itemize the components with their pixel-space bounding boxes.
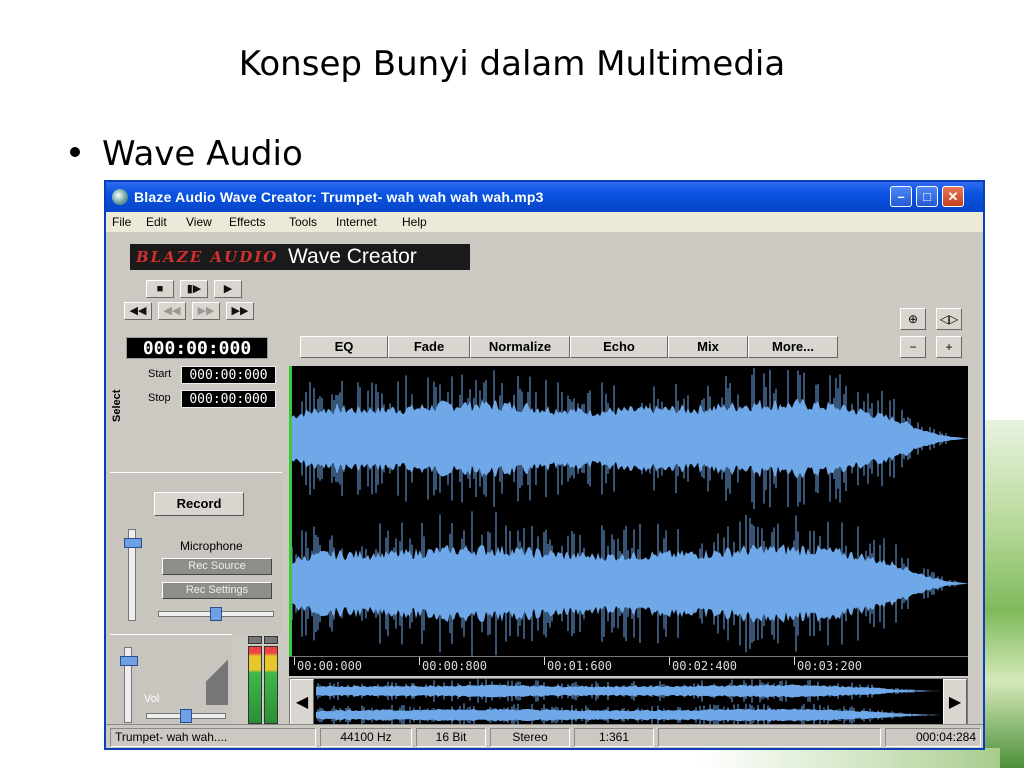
product-name: Wave Creator	[288, 245, 417, 268]
decorative-leaves	[982, 420, 1024, 768]
timeline-tick: 00:02:400	[668, 657, 738, 673]
overview-waveform[interactable]	[316, 679, 941, 727]
app-window: Blaze Audio Wave Creator: Trumpet- wah w…	[104, 180, 985, 750]
waveform-view[interactable]	[289, 366, 968, 656]
current-time-display: 000:00:000	[126, 337, 268, 359]
zoom-in-icon[interactable]: +	[936, 336, 962, 358]
record-button[interactable]: Record	[154, 492, 244, 516]
play-button[interactable]: ▶	[214, 280, 242, 298]
input-level-slider[interactable]	[124, 529, 142, 621]
record-panel: Record Microphone Rec Source Rec Setting…	[110, 472, 282, 634]
normalize-button[interactable]: Normalize	[470, 336, 570, 358]
menu-effects[interactable]: Effects	[229, 215, 265, 229]
menu-edit[interactable]: Edit	[146, 215, 167, 229]
slide-title: Konsep Bunyi dalam Multimedia	[238, 44, 786, 84]
scroll-right-arrow-icon[interactable]: ▶	[943, 679, 967, 727]
echo-button[interactable]: Echo	[570, 336, 668, 358]
waveform-channel-1	[292, 398, 968, 479]
close-button[interactable]: ✕	[942, 186, 964, 207]
zoom-out-icon[interactable]: −	[900, 336, 926, 358]
zoom-selection-icon[interactable]: ⊕	[900, 308, 926, 330]
stop-label: Stop	[148, 392, 171, 404]
level-meter-right	[264, 646, 278, 724]
brand-logo: BLAZE AUDIO	[136, 248, 279, 266]
selection-stop-field[interactable]: 000:00:000	[181, 390, 276, 408]
level-meter-left	[248, 646, 262, 724]
menu-internet[interactable]: Internet	[336, 215, 377, 229]
bullet-item: Wave Audio	[70, 134, 303, 174]
brand-banner: BLAZE AUDIO Wave Creator	[130, 244, 470, 270]
scroll-left-arrow-icon[interactable]: ◀	[290, 679, 314, 727]
menu-help[interactable]: Help	[402, 215, 427, 229]
volume-balance-slider[interactable]	[146, 709, 226, 723]
volume-label: Vol	[144, 693, 160, 705]
more-effects-button[interactable]: More...	[748, 336, 838, 358]
decorative-ground	[700, 748, 1000, 768]
selection-start-field[interactable]: 000:00:000	[181, 366, 276, 384]
timeline-tick: 00:00:000	[293, 657, 363, 673]
volume-slider[interactable]	[120, 647, 138, 723]
status-bar: Trumpet- wah wah.... 44100 Hz 16 Bit Ste…	[106, 724, 983, 748]
input-level-knob[interactable]	[124, 538, 142, 548]
waveform-canvas[interactable]	[292, 366, 968, 656]
overview-scrollbar[interactable]: ◀ ▶	[289, 678, 968, 728]
title-bar[interactable]: Blaze Audio Wave Creator: Trumpet- wah w…	[106, 182, 983, 212]
rec-source-button[interactable]: Rec Source	[162, 558, 272, 575]
waveform-channel-1	[316, 684, 940, 698]
meter-cap-right	[264, 636, 278, 644]
input-source-label: Microphone	[180, 539, 243, 553]
status-sample-rate: 44100 Hz	[320, 728, 412, 747]
timeline-tick: 00:03:200	[793, 657, 863, 673]
app-icon	[112, 189, 128, 205]
fade-button[interactable]: Fade	[388, 336, 470, 358]
waveform-channel-2	[292, 543, 968, 624]
menu-file[interactable]: File	[112, 215, 131, 229]
timeline-ruler: 00:00:000 00:00:800 00:01:600 00:02:400 …	[289, 656, 968, 676]
bullet-dot-icon	[70, 146, 80, 157]
volume-wedge-icon	[206, 637, 228, 705]
status-length: 000:04:284	[885, 728, 981, 747]
fit-width-icon[interactable]: ◁▷	[936, 308, 962, 330]
volume-panel: Vol	[110, 634, 232, 724]
timeline-tick: 00:01:600	[543, 657, 613, 673]
main-area: BLAZE AUDIO Wave Creator ■ ▮▶ ▶ ◀◀ ◀◀ ▶▶…	[106, 232, 983, 728]
minimize-button[interactable]: –	[890, 186, 912, 207]
select-label: Select	[111, 389, 123, 422]
fast-forward-button[interactable]: ▶▶	[192, 302, 220, 320]
status-bit-depth: 16 Bit	[416, 728, 486, 747]
skip-start-button[interactable]: ◀◀	[124, 302, 152, 320]
status-zoom: 1:361	[574, 728, 654, 747]
volume-knob[interactable]	[120, 655, 138, 666]
menu-bar: File Edit View Effects Tools Internet He…	[106, 212, 983, 232]
maximize-button[interactable]: □	[916, 186, 938, 207]
start-label: Start	[148, 368, 172, 380]
bullet-text: Wave Audio	[102, 134, 303, 174]
meter-cap-left	[248, 636, 262, 644]
rec-settings-button[interactable]: Rec Settings	[162, 582, 272, 599]
record-balance-knob[interactable]	[210, 607, 222, 621]
eq-button[interactable]: EQ	[300, 336, 388, 358]
menu-view[interactable]: View	[186, 215, 212, 229]
status-spacer	[658, 728, 881, 747]
mix-button[interactable]: Mix	[668, 336, 748, 358]
window-title: Blaze Audio Wave Creator: Trumpet- wah w…	[134, 189, 544, 205]
skip-end-button[interactable]: ▶▶	[226, 302, 254, 320]
status-channels: Stereo	[490, 728, 570, 747]
play-selection-button[interactable]: ▮▶	[180, 280, 208, 298]
menu-tools[interactable]: Tools	[289, 215, 317, 229]
record-balance-slider[interactable]	[158, 607, 274, 621]
rewind-button[interactable]: ◀◀	[158, 302, 186, 320]
volume-balance-knob[interactable]	[180, 709, 192, 723]
stop-button[interactable]: ■	[146, 280, 174, 298]
timeline-tick: 00:00:800	[418, 657, 488, 673]
status-file: Trumpet- wah wah....	[110, 728, 316, 747]
